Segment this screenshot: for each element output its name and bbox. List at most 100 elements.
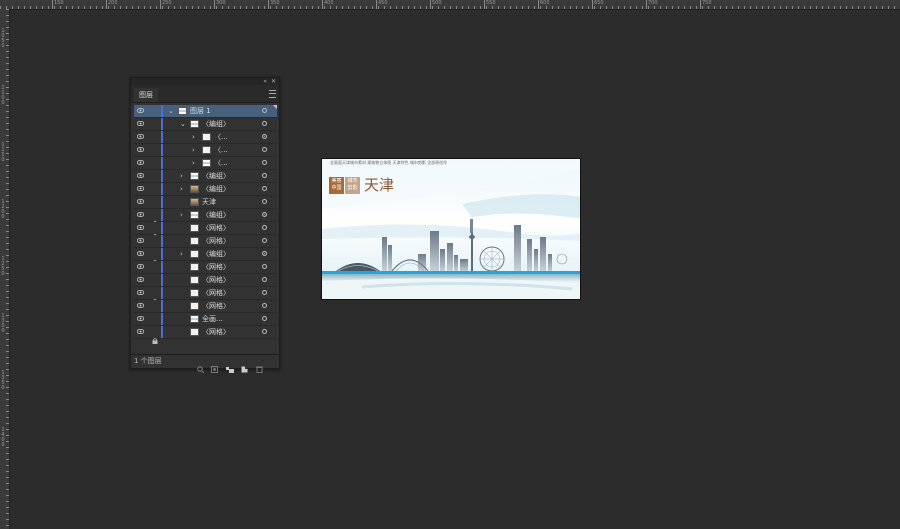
- layer-row[interactable]: › 〈...: [134, 131, 277, 144]
- close-icon[interactable]: ✕: [271, 78, 276, 85]
- chevron-right-icon[interactable]: ›: [180, 172, 183, 180]
- layer-row[interactable]: 〈网格〉: [134, 326, 277, 344]
- lock-icon[interactable]: [152, 212, 158, 227]
- target-circle-icon[interactable]: [262, 121, 267, 126]
- target-circle-icon[interactable]: [262, 316, 267, 321]
- collapse-icon[interactable]: «: [263, 78, 267, 85]
- target-circle-icon[interactable]: [262, 264, 267, 269]
- lock-icon[interactable]: [152, 290, 158, 305]
- layer-row[interactable]: 全画...: [134, 313, 277, 326]
- target-circle-icon[interactable]: [262, 173, 267, 178]
- target-circle-icon[interactable]: [262, 277, 267, 282]
- chevron-right-icon[interactable]: ›: [192, 146, 195, 154]
- layer-name[interactable]: 图层 1: [190, 106, 211, 116]
- target-circle-icon[interactable]: [262, 225, 267, 230]
- target-circle-icon[interactable]: [262, 160, 267, 165]
- visibility-eye-icon[interactable]: [137, 212, 144, 217]
- chevron-right-icon[interactable]: ›: [192, 159, 195, 167]
- visibility-eye-icon[interactable]: [137, 316, 144, 321]
- delete-layer-icon[interactable]: [256, 358, 263, 373]
- visibility-eye-icon[interactable]: [137, 264, 144, 269]
- panel-title-bar[interactable]: « ✕: [131, 78, 279, 85]
- tab-layers[interactable]: 图层: [134, 88, 158, 102]
- visibility-eye-icon[interactable]: [137, 134, 144, 139]
- layer-name[interactable]: 〈编组〉: [202, 249, 230, 259]
- visibility-eye-icon[interactable]: [137, 225, 144, 230]
- layer-name[interactable]: 〈网格〉: [202, 301, 230, 311]
- lock-icon[interactable]: [152, 251, 158, 266]
- target-circle-icon[interactable]: [262, 186, 267, 191]
- target-circle-icon[interactable]: [262, 147, 267, 152]
- layer-name[interactable]: 〈编组〉: [202, 119, 230, 129]
- visibility-eye-icon[interactable]: [137, 160, 144, 165]
- target-circle-icon[interactable]: [262, 303, 267, 308]
- layer-row[interactable]: 〈网格〉: [134, 287, 277, 305]
- lock-icon[interactable]: [152, 329, 158, 344]
- layer-name[interactable]: 〈编组〉: [202, 210, 230, 220]
- target-circle-icon[interactable]: [262, 108, 267, 113]
- artboard[interactable]: 全画面天津城市素材 建筑物立体图 天津特色 城市剪影 全部原创作 美丽 中国 城…: [321, 158, 581, 300]
- target-circle-icon[interactable]: [262, 329, 267, 334]
- chevron-down-icon[interactable]: ⌄: [180, 120, 186, 128]
- layer-name[interactable]: 全画...: [202, 314, 223, 324]
- layer-name[interactable]: 〈网格〉: [202, 223, 230, 233]
- chevron-down-icon[interactable]: ⌄: [168, 107, 174, 115]
- visibility-eye-icon[interactable]: [137, 251, 144, 256]
- layer-row[interactable]: ⌄ 图层 1: [134, 105, 277, 118]
- layer-name[interactable]: 〈网格〉: [202, 288, 230, 298]
- layer-row[interactable]: 〈网格〉: [134, 274, 277, 287]
- target-circle-icon[interactable]: [262, 199, 267, 204]
- layer-name[interactable]: 〈...: [214, 158, 228, 168]
- layer-name[interactable]: 〈网格〉: [202, 327, 230, 337]
- visibility-eye-icon[interactable]: [137, 186, 144, 191]
- visibility-eye-icon[interactable]: [137, 199, 144, 204]
- visibility-eye-icon[interactable]: [137, 303, 144, 308]
- target-circle-icon[interactable]: [262, 134, 267, 139]
- layer-name[interactable]: 〈...: [214, 132, 228, 142]
- layer-row[interactable]: › 〈编组〉: [134, 170, 277, 183]
- layer-row[interactable]: › 〈编组〉: [134, 248, 277, 266]
- layer-name[interactable]: 〈网格〉: [202, 275, 230, 285]
- layer-row[interactable]: › 〈编组〉: [134, 183, 277, 196]
- target-circle-icon[interactable]: [262, 251, 267, 256]
- target-circle-icon[interactable]: [262, 238, 267, 243]
- visibility-eye-icon[interactable]: [137, 329, 144, 334]
- chevron-right-icon[interactable]: ›: [180, 250, 183, 258]
- horizontal-ruler[interactable]: 150 200 250 300 350 400 450 500 550 600 650 700 750: [0, 0, 900, 10]
- target-circle-icon[interactable]: [262, 212, 267, 217]
- layer-name[interactable]: 天津: [202, 197, 216, 207]
- new-layer-icon[interactable]: [241, 358, 248, 373]
- clipping-mask-icon[interactable]: [211, 358, 218, 373]
- lock-icon[interactable]: [152, 225, 158, 240]
- chevron-right-icon[interactable]: ›: [192, 133, 195, 141]
- layer-name[interactable]: 〈编组〉: [202, 171, 230, 181]
- layer-name[interactable]: 〈...: [214, 145, 228, 155]
- layer-row[interactable]: 天津: [134, 196, 277, 209]
- chevron-right-icon[interactable]: ›: [180, 185, 183, 193]
- layer-row[interactable]: 〈网格〉: [134, 222, 277, 240]
- visibility-eye-icon[interactable]: [137, 173, 144, 178]
- visibility-eye-icon[interactable]: [137, 147, 144, 152]
- locate-object-icon[interactable]: [197, 358, 205, 374]
- layer-name[interactable]: 〈网格〉: [202, 262, 230, 272]
- layer-row[interactable]: › 〈...: [134, 144, 277, 157]
- visibility-eye-icon[interactable]: [137, 238, 144, 243]
- layer-name[interactable]: 〈编组〉: [202, 184, 230, 194]
- layer-row[interactable]: 〈网格〉: [134, 300, 277, 313]
- target-circle-icon[interactable]: [262, 290, 267, 295]
- layer-row[interactable]: 〈网格〉: [134, 261, 277, 274]
- layer-row[interactable]: › 〈编组〉: [134, 209, 277, 227]
- visibility-eye-icon[interactable]: [137, 277, 144, 282]
- layer-row[interactable]: ⌄ 〈编组〉: [134, 118, 277, 131]
- visibility-eye-icon[interactable]: [137, 108, 144, 113]
- new-sublayer-icon[interactable]: [226, 358, 234, 373]
- selection-indicator-icon[interactable]: [273, 105, 277, 109]
- visibility-eye-icon[interactable]: [137, 121, 144, 126]
- panel-menu-icon[interactable]: [269, 90, 276, 98]
- layer-row[interactable]: › 〈...: [134, 157, 277, 170]
- visibility-eye-icon[interactable]: [137, 290, 144, 295]
- chevron-right-icon[interactable]: ›: [180, 211, 183, 219]
- layer-name[interactable]: 〈网格〉: [202, 236, 230, 246]
- layer-row[interactable]: 〈网格〉: [134, 235, 277, 248]
- vertical-ruler[interactable]: 1050 1100 1150 1200 1250 1300 1350 1400: [0, 9, 10, 529]
